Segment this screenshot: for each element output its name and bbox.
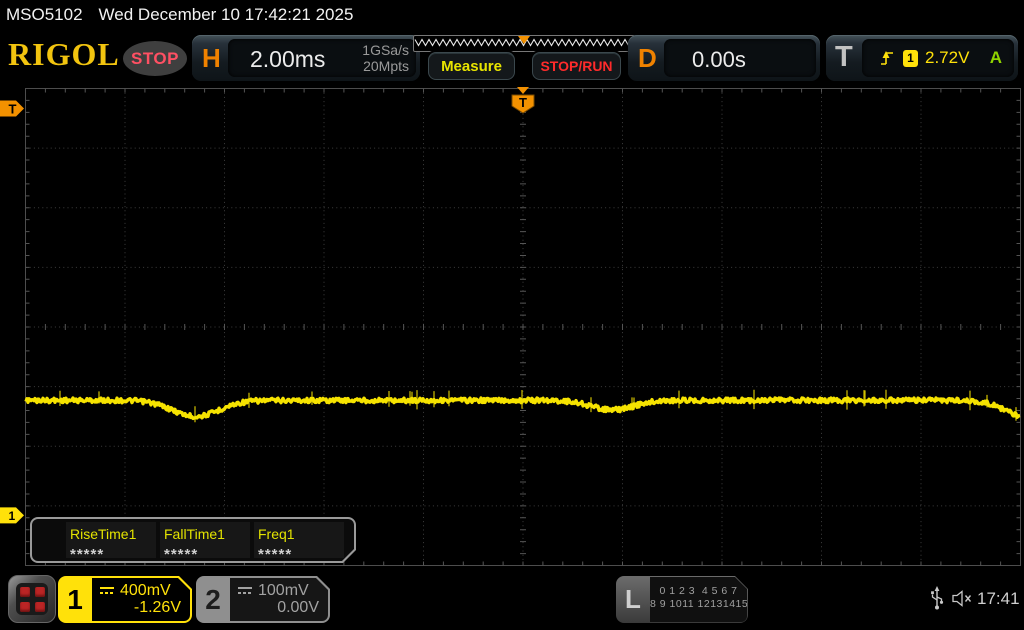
oscilloscope-screen: MSO5102 Wed December 10 17:42:21 2025 RIG… — [0, 0, 1024, 630]
speaker-muted-icon[interactable] — [951, 590, 975, 607]
menu-grid-button[interactable] — [8, 575, 56, 623]
measurement-item: RiseTime1 ***** — [66, 522, 156, 558]
rigol-logo: RIGOL — [8, 36, 120, 72]
stop-run-button[interactable]: STOP/RUN — [532, 52, 621, 80]
channel2-offset: 0.00V — [277, 599, 319, 616]
measurement-label: Freq1 — [258, 526, 295, 542]
delay-field: 0.00s — [664, 39, 816, 77]
titlebar: MSO5102 Wed December 10 17:42:21 2025 — [6, 5, 353, 25]
measurement-item: Freq1 ***** — [254, 522, 344, 558]
channel1-scale: 400mV — [120, 582, 171, 599]
channel1-ground-marker-label: 1 — [9, 509, 16, 523]
clock: 17:41 — [977, 589, 1020, 608]
measurement-value: ***** — [258, 546, 293, 563]
acquisition-rates: 1GSa/s 20Mpts — [362, 42, 409, 74]
trigger-source-badge: 1 — [903, 49, 918, 67]
channel2-number: 2 — [205, 583, 221, 615]
trigger-level-value: 2.72V — [925, 48, 970, 67]
delay-panel[interactable]: D 0.00s — [628, 35, 820, 81]
usb-icon — [931, 586, 944, 610]
dc-coupling-icon — [99, 586, 115, 596]
horizontal-label: H — [202, 43, 221, 73]
acquisition-status-badge: STOP — [123, 41, 187, 76]
menu-grid-icon — [16, 583, 48, 615]
trigger-slope-icon — [881, 51, 893, 65]
trigger-panel[interactable]: T 1 2.72V A — [826, 35, 1018, 81]
measurement-label: FallTime1 — [164, 526, 225, 542]
channel2-scale: 100mV — [258, 582, 309, 599]
delay-value: 0.00s — [692, 47, 746, 72]
logic-analyzer-label: L — [625, 584, 641, 614]
trigger-label: T — [835, 41, 853, 73]
logic-analyzer-block[interactable]: L 0 1 2 3 4 5 6 7 8 9 1011 12131415 — [616, 576, 748, 623]
horizontal-position-strip[interactable] — [413, 35, 635, 52]
waveform-display: T T 1 — [0, 87, 1021, 566]
measurement-value: ***** — [164, 546, 199, 563]
trigger-position-indicator-icon — [518, 36, 530, 44]
dc-coupling-icon — [237, 586, 253, 596]
measure-button[interactable]: Measure — [428, 52, 515, 80]
horizontal-settings-panel[interactable]: H 2.00ms 1GSa/s 20Mpts — [192, 35, 420, 81]
measurement-item: FallTime1 ***** — [160, 522, 250, 558]
channel2-settings: 100mV 0.00V — [230, 578, 328, 621]
trigger-level-marker-label: T — [9, 101, 17, 116]
logic-analyzer-channels: 0 1 2 3 4 5 6 7 8 9 1011 12131415 — [650, 577, 747, 622]
trigger-sweep-mode: A — [989, 48, 1002, 67]
channel1-offset: -1.26V — [133, 599, 181, 616]
digital-channels-row1: 0 1 2 3 4 5 6 7 — [659, 585, 738, 597]
channel1-status-block[interactable]: 1 400mV -1.26V — [58, 576, 192, 623]
channel1-settings: 400mV -1.26V — [92, 578, 190, 621]
measurement-panel[interactable]: RiseTime1 ***** FallTime1 ***** Freq1 **… — [30, 517, 356, 563]
measurement-label: RiseTime1 — [70, 526, 137, 542]
channel1-number: 1 — [67, 583, 83, 615]
digital-channels-row2: 8 9 1011 12131415 — [650, 598, 749, 610]
datetime: Wed December 10 17:42:21 2025 — [98, 5, 354, 24]
trigger-position-label: T — [519, 95, 527, 110]
model-name: MSO5102 — [6, 5, 83, 24]
channel2-status-block[interactable]: 2 100mV 0.00V — [196, 576, 330, 623]
delay-label: D — [638, 43, 657, 73]
trigger-field: 1 2.72V A — [862, 39, 1014, 77]
memory-depth: 20Mpts — [363, 58, 409, 74]
sample-rate: 1GSa/s — [362, 42, 409, 58]
timebase-value: 2.00ms — [250, 46, 326, 72]
horizontal-field: 2.00ms 1GSa/s 20Mpts — [228, 39, 416, 77]
measurement-panel-body: RiseTime1 ***** FallTime1 ***** Freq1 **… — [32, 519, 354, 561]
measurement-value: ***** — [70, 546, 105, 563]
